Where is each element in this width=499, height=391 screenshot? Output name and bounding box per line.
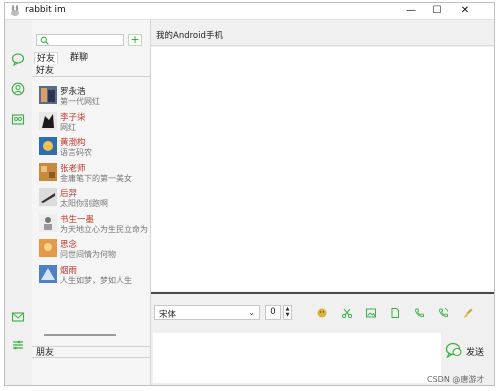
friend-item[interactable]: 烟雨 人生如梦，梦如人生 xyxy=(32,261,150,287)
search-box[interactable] xyxy=(36,34,124,46)
title-bar[interactable]: rabbit im — ☐ ✕ xyxy=(5,3,494,20)
avatar xyxy=(39,162,57,181)
friend-signature: 第一代网红 xyxy=(60,97,100,106)
friend-signature: 网红 xyxy=(60,122,76,132)
tab-friends[interactable]: 好友 xyxy=(34,52,58,64)
contact-tabs: 好友 群聊 xyxy=(32,52,150,64)
friend-panel: + 好友 群聊 好友 罗永浩 第一代网红 李子柒 网红 黄渤构 语言码农 张老师… xyxy=(32,20,151,385)
image-icon[interactable] xyxy=(365,307,377,319)
send-chat-icon xyxy=(445,342,462,359)
font-size-stepper[interactable]: ▲ ▼ xyxy=(283,305,292,320)
chat-header: 我的Android手机 xyxy=(151,20,494,46)
file-icon[interactable] xyxy=(389,307,401,319)
rabbit-logo-icon xyxy=(11,5,19,16)
friend-item[interactable]: 张老师 金庸笔下的第一美女 xyxy=(32,159,150,185)
font-select[interactable]: 宋体 ⌄ xyxy=(154,305,260,320)
mail-icon[interactable] xyxy=(11,309,25,323)
friend-item[interactable]: 思念 问世间情为何物 xyxy=(32,235,150,261)
friend-signature: 人生如梦，梦如人生 xyxy=(60,275,132,285)
chat-title: 我的Android手机 xyxy=(156,31,223,41)
chevron-down-icon: ⌄ xyxy=(248,308,255,317)
stepper-down-icon[interactable]: ▼ xyxy=(284,312,291,318)
friend-signature: 金庸笔下的第一美女 xyxy=(60,173,132,183)
friend-list: 罗永浩 第一代网红 李子柒 网红 黄渤构 语言码农 张老师 金庸笔下的第一美女 … xyxy=(32,82,150,286)
font-size-field[interactable]: 0 xyxy=(265,305,281,320)
close-button[interactable]: ✕ xyxy=(452,3,478,19)
phone-icon[interactable] xyxy=(413,307,425,319)
message-area[interactable] xyxy=(151,47,494,291)
input-toolbar: 宋体 ⌄ 0 ▲ ▼ xyxy=(151,301,494,325)
friend-item[interactable]: 黄渤构 语言码农 xyxy=(32,133,150,159)
friend-signature: 太阳你别跑啊 xyxy=(60,199,108,208)
add-friend-button[interactable]: + xyxy=(128,34,142,46)
font-value: 宋体 xyxy=(159,310,177,320)
search-icon xyxy=(40,36,49,45)
app-window: rabbit im — ☐ ✕ + 好友 群聊 好友 罗永浩 第一代网红 李子柒… xyxy=(4,2,495,386)
avatar xyxy=(39,188,57,206)
avatar xyxy=(39,264,57,283)
brush-icon[interactable] xyxy=(462,307,474,319)
nav-rail xyxy=(5,20,31,385)
friend-group-footer[interactable]: 朋友 xyxy=(32,346,150,358)
emoji-icon[interactable] xyxy=(316,307,328,319)
avatar xyxy=(39,239,57,257)
group-icon[interactable] xyxy=(11,112,25,126)
tab-groups[interactable]: 群聊 xyxy=(66,52,92,64)
minimize-button[interactable]: — xyxy=(398,3,424,19)
friend-signature: 语言码农 xyxy=(60,148,92,157)
send-button[interactable]: 发送 xyxy=(445,341,493,361)
watermark: CSDN @唐游才 xyxy=(427,375,485,384)
friend-group-header[interactable]: 好友 xyxy=(32,65,150,77)
call-icon[interactable] xyxy=(437,307,449,319)
search-input[interactable] xyxy=(51,35,121,45)
avatar xyxy=(39,137,57,155)
chat-divider[interactable] xyxy=(151,292,494,294)
friend-item[interactable]: 李子柒 网红 xyxy=(32,108,150,134)
window-title: rabbit im xyxy=(25,5,66,15)
avatar xyxy=(39,111,57,130)
message-input[interactable] xyxy=(153,333,441,383)
scissors-icon[interactable] xyxy=(341,307,353,319)
friend-item[interactable]: 后羿 太阳你别跑啊 xyxy=(32,184,150,210)
settings-icon[interactable] xyxy=(11,338,25,352)
maximize-button[interactable]: ☐ xyxy=(424,3,450,19)
chat-icon[interactable] xyxy=(11,52,25,66)
friend-item[interactable]: 书生一墨 为天地立心为生民立命为往 xyxy=(32,210,150,236)
list-scrollbar[interactable] xyxy=(44,334,116,336)
avatar xyxy=(39,86,57,104)
friend-signature: 为天地立心为生民立命为往 xyxy=(60,224,148,234)
avatar xyxy=(39,213,57,232)
send-label: 发送 xyxy=(466,348,485,358)
contacts-icon[interactable] xyxy=(11,82,25,96)
friend-item[interactable]: 罗永浩 第一代网红 xyxy=(32,82,150,108)
friend-signature: 问世间情为何物 xyxy=(60,250,116,259)
